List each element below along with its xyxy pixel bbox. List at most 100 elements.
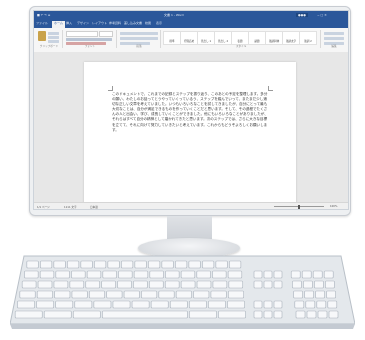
tab-review[interactable]: 校閲 bbox=[145, 21, 151, 25]
keyboard-key[interactable] bbox=[149, 270, 164, 279]
numpad-key[interactable] bbox=[326, 290, 336, 299]
keyboard-key[interactable] bbox=[107, 260, 120, 269]
keyboard-key[interactable] bbox=[14, 310, 43, 319]
tab-home[interactable]: ホーム bbox=[52, 21, 65, 28]
keyboard-key[interactable] bbox=[189, 300, 207, 309]
keyboard-key[interactable] bbox=[21, 280, 37, 289]
zoom-level[interactable]: 100% bbox=[330, 205, 337, 208]
cut-icon[interactable] bbox=[48, 32, 59, 35]
keyboard-key[interactable] bbox=[74, 300, 93, 309]
keyboard-key[interactable] bbox=[196, 270, 211, 279]
keyboard-key[interactable] bbox=[229, 260, 242, 269]
nav-key[interactable] bbox=[263, 310, 273, 319]
numpad-key[interactable] bbox=[323, 270, 334, 279]
keyboard-key[interactable] bbox=[158, 290, 175, 299]
nav-key[interactable] bbox=[253, 310, 263, 319]
numpad-key[interactable] bbox=[292, 280, 302, 289]
page-count[interactable]: 1/1 ページ bbox=[37, 205, 50, 209]
nav-key[interactable] bbox=[273, 270, 283, 279]
keyboard-key[interactable] bbox=[71, 270, 86, 279]
keyboard-key[interactable] bbox=[89, 290, 105, 299]
numpad-key[interactable] bbox=[301, 270, 312, 279]
keyboard-key[interactable] bbox=[193, 290, 210, 299]
nav-key[interactable] bbox=[273, 280, 283, 289]
keyboard-key[interactable] bbox=[53, 260, 66, 269]
keyboard-key[interactable] bbox=[24, 270, 39, 279]
numpad-key[interactable] bbox=[293, 290, 303, 299]
keyboard-key[interactable] bbox=[39, 270, 55, 279]
keyboard-key[interactable] bbox=[67, 260, 80, 269]
style-heading-2[interactable]: 見出し 2 bbox=[214, 31, 232, 45]
quick-access-toolbar[interactable]: ■ ↶ ↷ ≡ bbox=[37, 13, 50, 17]
paste-icon[interactable] bbox=[38, 31, 46, 41]
numpad-key[interactable] bbox=[290, 270, 301, 279]
keyboard-key[interactable] bbox=[227, 270, 243, 279]
style-no-spacing[interactable]: 行間詰め bbox=[180, 31, 198, 45]
alignment-buttons[interactable] bbox=[120, 37, 158, 40]
style-emphasis[interactable]: 強調太字 bbox=[282, 31, 300, 45]
style-subtle-emphasis[interactable]: 強調斜体 bbox=[265, 31, 283, 45]
keyboard-key[interactable] bbox=[196, 280, 212, 289]
numpad-key[interactable] bbox=[325, 280, 335, 289]
zoom-slider-thumb[interactable] bbox=[298, 204, 300, 209]
numpad-key[interactable] bbox=[317, 310, 328, 319]
document-page[interactable]: このドキュメントで、これまでの記録とステップを振り返り、このあとの予定を整理しま… bbox=[84, 62, 296, 209]
keyboard-key[interactable] bbox=[161, 260, 174, 269]
nav-key[interactable] bbox=[263, 280, 273, 289]
keyboard-key[interactable] bbox=[55, 270, 70, 279]
keyboard-key[interactable] bbox=[180, 280, 196, 289]
keyboard-key[interactable] bbox=[101, 280, 116, 289]
nav-key[interactable] bbox=[253, 270, 263, 279]
keyboard-key[interactable] bbox=[43, 310, 72, 319]
tab-view[interactable]: 表示 bbox=[156, 21, 162, 25]
keyboard-key[interactable] bbox=[36, 290, 53, 299]
keyboard-key[interactable] bbox=[86, 270, 102, 279]
keyboard-key[interactable] bbox=[133, 280, 148, 289]
numpad-key[interactable] bbox=[305, 300, 316, 309]
numpad-key[interactable] bbox=[303, 280, 313, 289]
window-controls[interactable]: − □ ✕ bbox=[317, 13, 327, 17]
keyboard-key[interactable] bbox=[212, 270, 227, 279]
style-title[interactable]: 表題 bbox=[231, 31, 249, 45]
keyboard-key[interactable] bbox=[227, 290, 244, 299]
keyboard-key[interactable] bbox=[149, 280, 164, 289]
numpad-key[interactable] bbox=[327, 300, 338, 309]
keyboard-key[interactable] bbox=[117, 280, 132, 289]
keyboard-key[interactable] bbox=[53, 280, 69, 289]
style-normal[interactable]: 標準 bbox=[163, 31, 181, 45]
numpad-key[interactable] bbox=[304, 290, 314, 299]
numpad-key[interactable] bbox=[295, 310, 306, 319]
keyboard-key[interactable] bbox=[123, 290, 140, 299]
user-avatar[interactable]: ●●● bbox=[296, 13, 308, 17]
tab-design[interactable]: デザイン bbox=[77, 21, 89, 25]
keyboard-key[interactable] bbox=[202, 260, 215, 269]
numpad-key[interactable] bbox=[294, 300, 305, 309]
keyboard-key[interactable] bbox=[17, 300, 35, 309]
keyboard-key[interactable] bbox=[37, 280, 53, 289]
nav-key[interactable] bbox=[263, 270, 273, 279]
find-button[interactable] bbox=[324, 32, 344, 35]
numpad-key[interactable] bbox=[328, 310, 339, 319]
tab-layout[interactable]: レイアウト bbox=[92, 21, 107, 25]
keyboard-key[interactable] bbox=[54, 290, 71, 299]
keyboard-key[interactable] bbox=[227, 300, 245, 309]
nav-key[interactable] bbox=[273, 300, 283, 309]
numpad-key[interactable] bbox=[316, 300, 327, 309]
keyboard-key[interactable] bbox=[188, 260, 201, 269]
keyboard-key[interactable] bbox=[36, 300, 54, 309]
tab-file[interactable]: ファイル bbox=[36, 21, 48, 25]
keyboard-key[interactable] bbox=[150, 300, 169, 309]
keyboard-key[interactable] bbox=[72, 310, 101, 319]
keyboard-key[interactable] bbox=[106, 290, 123, 299]
keyboard-key[interactable] bbox=[69, 280, 85, 289]
style-heading-1[interactable]: 見出し 1 bbox=[197, 31, 215, 45]
keyboard-key[interactable] bbox=[55, 300, 74, 309]
keyboard-key[interactable] bbox=[180, 270, 196, 279]
tab-references[interactable]: 参考資料 bbox=[109, 21, 121, 25]
keyboard-key[interactable] bbox=[164, 280, 180, 289]
style-subtitle[interactable]: 副題 bbox=[248, 31, 266, 45]
list-buttons[interactable] bbox=[120, 32, 158, 35]
format-painter-icon[interactable] bbox=[48, 40, 59, 43]
keyboard-key[interactable] bbox=[133, 270, 149, 279]
style-intense[interactable]: 強調 2 bbox=[299, 31, 317, 45]
